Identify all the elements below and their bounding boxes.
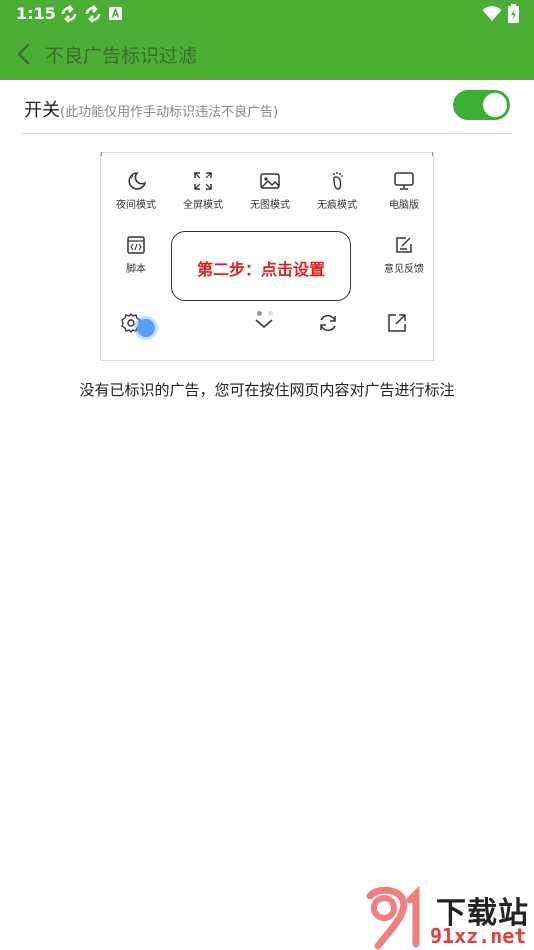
- page-title: 不良广告标识过滤: [45, 45, 198, 67]
- share-icon: [388, 314, 406, 332]
- menu-item-feedback: 意见反馈: [372, 235, 436, 285]
- sync-icon-2: [85, 5, 101, 23]
- tutorial-illustration: 夜间模式 全屏模式 无图模式 无痕模式 电脑版 脚本 意见反馈 第二步：点击设置: [100, 152, 434, 361]
- toggle-knob: [483, 93, 507, 117]
- switch-hint: (此功能仅用作手动标识违法不良广告): [60, 105, 279, 120]
- back-arrow-icon[interactable]: [12, 40, 38, 68]
- wifi-icon: [482, 6, 502, 21]
- empty-state-message: 没有已标识的广告，您可在按住网页内容对广告进行标注: [79, 381, 455, 399]
- refresh-icon: [320, 314, 336, 332]
- fullscreen-icon: [194, 172, 212, 190]
- menu-item-label: 脚本: [126, 264, 146, 275]
- tap-indicator: [137, 319, 155, 337]
- feedback-icon: [396, 237, 412, 253]
- filter-switch-row: 开关(此功能仅用作手动标识违法不良广告): [22, 80, 512, 134]
- corner-tick: [432, 152, 433, 156]
- app-bar: 不良广告标识过滤: [0, 28, 534, 80]
- menu-item-label: 无图模式: [250, 200, 290, 211]
- menu-item-desktop: 电脑版: [372, 171, 436, 221]
- code-icon: [127, 236, 145, 254]
- status-bar: 1:15: [0, 0, 534, 28]
- menu-item-script: 脚本: [104, 235, 168, 285]
- menu-item-incognito: 无痕模式: [305, 171, 369, 221]
- battery-charging-icon: [508, 4, 519, 23]
- sync-icon: [61, 5, 77, 23]
- menu-item-label: 夜间模式: [116, 200, 156, 211]
- menu-item-night-mode: 夜间模式: [104, 171, 168, 221]
- site-watermark: 下载站 91xz.net: [362, 886, 534, 950]
- chevron-down-icon: [255, 319, 273, 328]
- a-badge-icon: [109, 7, 122, 20]
- switch-label: 开关(此功能仅用作手动标识违法不良广告): [24, 96, 278, 122]
- callout-text: 第二步：点击设置: [196, 260, 325, 279]
- watermark-url: 91xz.net: [430, 924, 527, 948]
- image-icon: [260, 173, 280, 189]
- menu-item-no-image: 无图模式: [238, 171, 302, 221]
- filter-toggle[interactable]: [453, 90, 510, 120]
- menu-item-fullscreen: 全屏模式: [171, 171, 235, 221]
- corner-tick: [101, 152, 102, 156]
- menu-item-label: 全屏模式: [183, 200, 223, 211]
- step-callout: 第二步：点击设置: [171, 231, 351, 301]
- switch-label-text: 开关: [24, 100, 60, 121]
- menu-item-label: 电脑版: [389, 200, 419, 211]
- watermark-logo-icon: [366, 886, 420, 950]
- status-time: 1:15: [16, 4, 56, 23]
- footprint-icon: [333, 172, 343, 190]
- moon-icon: [128, 172, 147, 190]
- monitor-icon: [394, 172, 414, 190]
- menu-item-label: 意见反馈: [384, 264, 424, 275]
- menu-item-label: 无痕模式: [317, 200, 357, 211]
